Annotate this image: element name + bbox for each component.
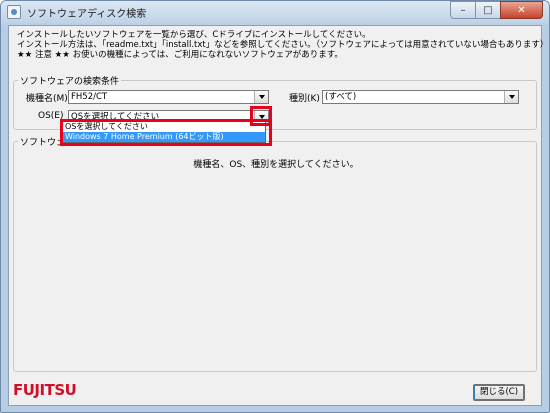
minimize-button[interactable]: – — [450, 1, 476, 19]
instruction-line-2: インストール方法は、「readme.txt」「install.txt」などを参照… — [17, 40, 549, 50]
instruction-line-1: インストールしたいソフトウェアを一覧から選び、Cドライブにインストールしてくださ… — [17, 30, 371, 40]
model-label: 機種名(M) — [26, 94, 68, 104]
type-label: 種別(K) — [289, 94, 320, 104]
close-window-button[interactable]: ✕ — [500, 1, 543, 19]
chevron-down-icon — [508, 95, 515, 99]
fujitsu-logo: FUJITSU — [13, 381, 77, 399]
type-dropdown-arrow[interactable] — [504, 91, 518, 103]
caption-buttons: – □ ✕ — [450, 1, 543, 19]
model-dropdown-arrow[interactable] — [254, 91, 268, 103]
software-list-group: ソフトウェア一覧 — [13, 135, 537, 372]
instruction-line-3: ★★ 注意 ★★ お使いの機種によっては、ご利用になれないソフトウェアがあります… — [17, 50, 343, 60]
dialog-body: インストールしたいソフトウェアを一覧から選び、Cドライブにインストールしてくださ… — [8, 25, 548, 406]
app-window: ソフトウェアディスク検索 – □ ✕ インストールしたいソフトウェアを一覧から選… — [0, 0, 550, 413]
model-select[interactable]: FH52/CT — [68, 90, 269, 104]
dropdown-highlight-box — [60, 119, 272, 146]
title-bar[interactable]: ソフトウェアディスク検索 – □ ✕ — [1, 1, 549, 23]
close-button[interactable]: 閉じる(C) — [473, 384, 525, 401]
type-select[interactable]: (すべて) — [322, 90, 519, 104]
search-conditions-legend: ソフトウェアの検索条件 — [18, 74, 122, 87]
app-icon — [7, 5, 21, 19]
type-value: (すべて) — [325, 92, 357, 102]
window-title: ソフトウェアディスク検索 — [27, 9, 147, 20]
software-list-message: 機種名、OS、種別を選択してください。 — [193, 160, 359, 170]
maximize-button[interactable]: □ — [475, 1, 501, 19]
chevron-down-icon — [258, 95, 265, 99]
instructions: インストールしたいソフトウェアを一覧から選び、Cドライブにインストールしてくださ… — [17, 30, 548, 60]
model-value: FH52/CT — [71, 92, 108, 102]
